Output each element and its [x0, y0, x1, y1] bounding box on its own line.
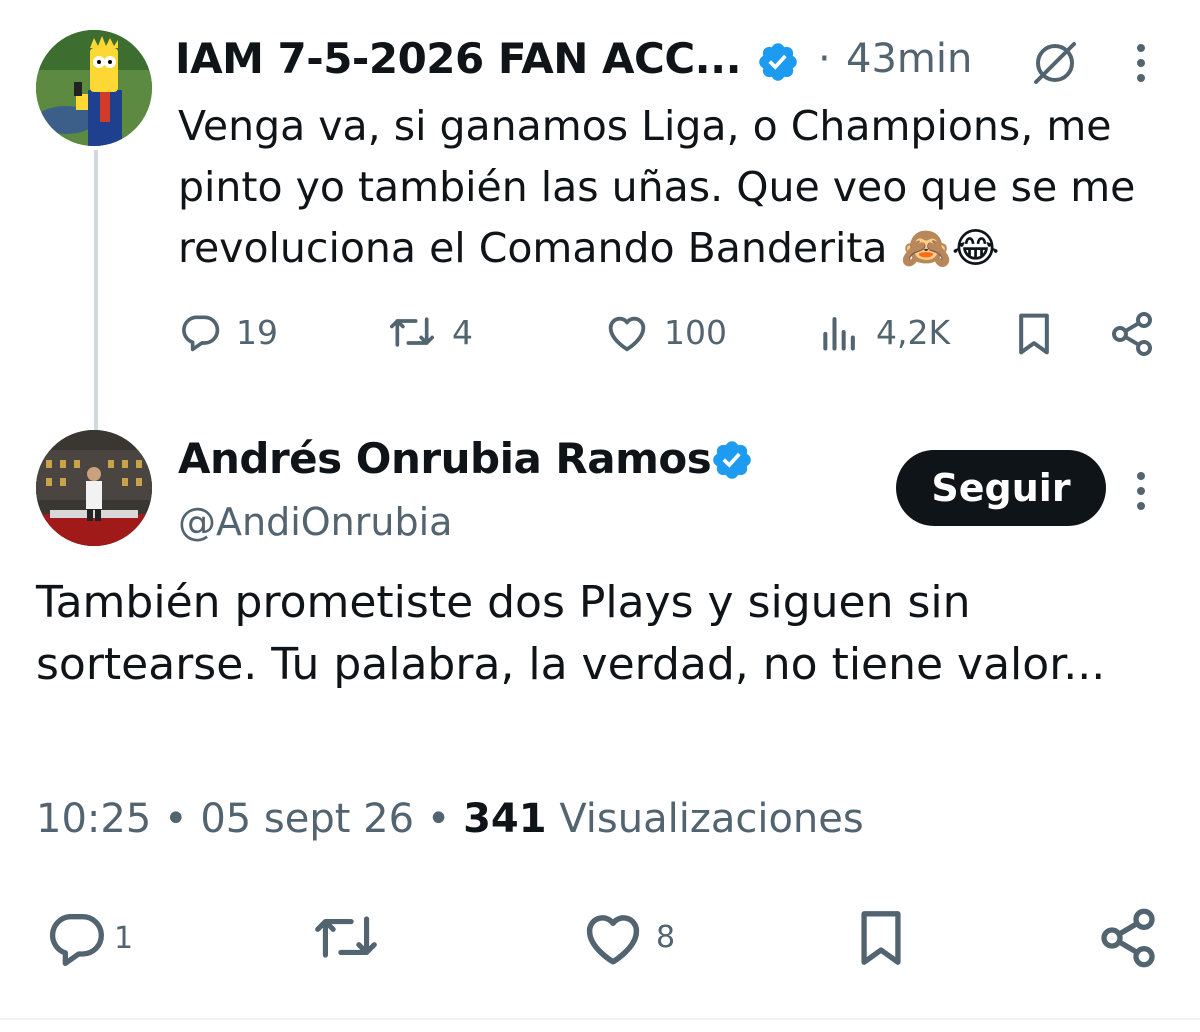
- parent-avatar[interactable]: [36, 30, 152, 146]
- bookmark-icon: [1019, 313, 1049, 355]
- reply-display-name[interactable]: Andrés Onrubia Ramos: [178, 434, 712, 483]
- reply-icon: [49, 914, 104, 966]
- share-icon: [1101, 908, 1155, 968]
- views-icon: [823, 317, 855, 351]
- tweet-time[interactable]: 10:25: [36, 796, 151, 842]
- grok-icon[interactable]: [1028, 40, 1082, 86]
- reply-count: 19: [236, 312, 278, 352]
- parent-like-button[interactable]: 100: [604, 310, 727, 354]
- retweet-count: 4: [452, 312, 473, 352]
- verified-badge-icon: [759, 43, 797, 81]
- parent-views-button[interactable]: 4,2K: [818, 310, 950, 354]
- like-icon: [608, 316, 646, 352]
- like-icon: [586, 915, 640, 965]
- bottom-divider: [0, 1018, 1200, 1020]
- time-separator: ·: [818, 36, 831, 82]
- views-count: 4,2K: [876, 312, 951, 352]
- views-label[interactable]: Visualizaciones: [559, 796, 863, 842]
- reply-retweet-button[interactable]: [310, 906, 382, 968]
- reply-tweet-text: También prometiste dos Plays y siguen si…: [36, 577, 1106, 690]
- more-vertical-icon[interactable]: [1126, 40, 1156, 86]
- more-vertical-icon[interactable]: [1126, 468, 1156, 514]
- meta-separator: •: [426, 796, 451, 842]
- reply-icon: [182, 315, 220, 352]
- retweet-icon: [315, 916, 377, 958]
- reply-avatar[interactable]: [36, 430, 152, 546]
- tweet-meta: 10:25 • 05 sept 26 • 341 Visualizaciones: [36, 796, 864, 842]
- parent-retweet-button[interactable]: 4: [386, 310, 473, 354]
- reply-share-button[interactable]: [1096, 906, 1160, 970]
- thread-connector-line: [94, 150, 98, 432]
- bookmark-icon: [861, 911, 901, 965]
- parent-display-name[interactable]: IAM 7-5-2026 FAN ACC...: [175, 34, 742, 83]
- parent-reply-button[interactable]: 19: [178, 310, 278, 354]
- reply-handle[interactable]: @AndiOnrubia: [178, 500, 452, 544]
- reply-like-button[interactable]: 8: [580, 906, 675, 968]
- reply-count: 1: [114, 920, 134, 956]
- tweet-date[interactable]: 05 sept 26: [200, 796, 414, 842]
- views-count[interactable]: 341: [463, 796, 547, 842]
- follow-button[interactable]: Seguir: [896, 450, 1106, 526]
- parent-bookmark-button[interactable]: [1012, 310, 1056, 358]
- like-count: 100: [664, 312, 727, 352]
- parent-share-button[interactable]: [1108, 310, 1156, 358]
- meta-separator: •: [164, 796, 188, 842]
- retweet-icon: [390, 317, 434, 347]
- like-count: 8: [656, 919, 676, 955]
- share-icon: [1112, 312, 1152, 356]
- verified-badge-icon: [713, 441, 751, 479]
- reply-reply-button[interactable]: 1: [44, 906, 133, 970]
- reply-bookmark-button[interactable]: [852, 906, 910, 970]
- parent-tweet-text: Venga va, si ganamos Liga, o Champions, …: [178, 102, 1136, 272]
- parent-time-ago[interactable]: 43min: [846, 36, 972, 82]
